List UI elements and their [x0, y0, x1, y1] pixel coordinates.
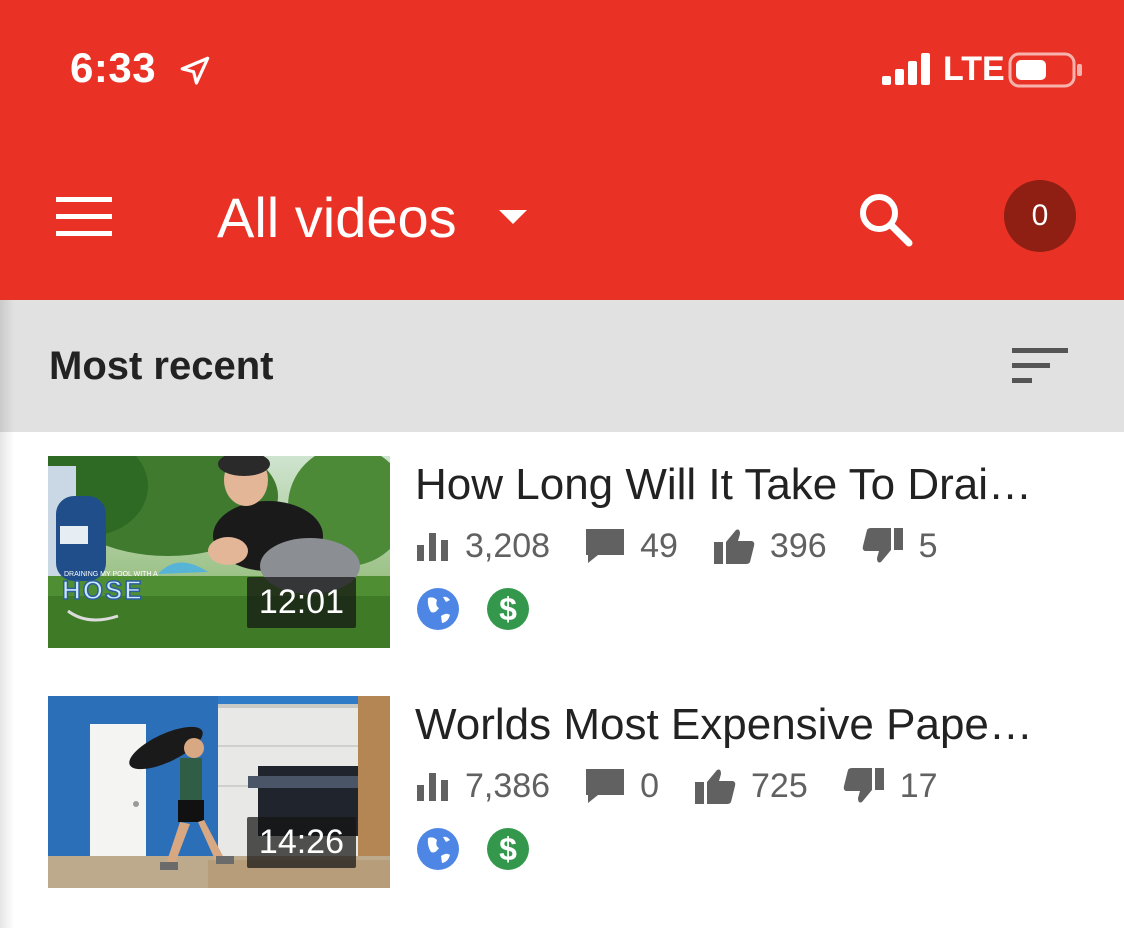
battery-icon	[1008, 52, 1082, 88]
sort-label: Most recent	[49, 344, 274, 388]
likes-count: 725	[751, 766, 808, 805]
dollar-icon: $	[487, 828, 529, 870]
video-row[interactable]: 14:26 Worlds Most Expensive Pape… 7,386 …	[0, 696, 1124, 896]
dislikes-count: 17	[899, 766, 938, 805]
menu-icon[interactable]	[56, 195, 112, 239]
comments-count: 49	[640, 526, 678, 565]
dislikes-count: 5	[918, 526, 938, 565]
signal-bars-icon	[882, 53, 930, 85]
thumbs-up-icon	[695, 769, 736, 804]
video-row[interactable]: DRAINING MY POOL WITH A HOSE 12:01 How L…	[0, 456, 1124, 656]
views-icon	[417, 533, 448, 561]
comments-icon	[586, 769, 625, 803]
comments-icon	[586, 529, 625, 563]
video-badges: $	[417, 828, 529, 870]
thumbs-down-icon	[843, 768, 884, 803]
location-arrow-icon	[180, 56, 210, 85]
thumbs-up-icon	[713, 529, 755, 564]
likes-count: 396	[769, 526, 827, 565]
thumb-caption-large: HOSE	[62, 575, 144, 605]
search-icon[interactable]	[856, 190, 914, 248]
sort-icon[interactable]	[1012, 346, 1070, 386]
video-thumbnail[interactable]: 14:26	[48, 696, 390, 888]
dropdown-caret-icon[interactable]	[497, 207, 529, 227]
page-title[interactable]: All videos	[217, 185, 457, 250]
views-count: 7,386	[465, 766, 551, 805]
notification-badge[interactable]: 0	[1004, 180, 1076, 252]
video-title[interactable]: How Long Will It Take To Drai…	[415, 460, 1032, 510]
video-duration: 12:01	[246, 577, 356, 628]
video-badges: $	[417, 588, 529, 630]
video-thumbnail[interactable]: DRAINING MY POOL WITH A HOSE 12:01	[48, 456, 390, 648]
top-bar: 6:33 LTE All videos 0	[0, 0, 1124, 300]
comments-count: 0	[640, 766, 660, 805]
network-type: LTE	[943, 50, 1005, 88]
video-duration: 14:26	[246, 817, 356, 868]
video-title[interactable]: Worlds Most Expensive Pape…	[415, 700, 1033, 750]
views-count: 3,208	[465, 526, 551, 565]
views-icon	[417, 773, 448, 801]
globe-icon	[417, 588, 459, 630]
video-stats: 3,208 49 396 5	[415, 524, 972, 568]
thumbs-down-icon	[862, 528, 903, 563]
globe-icon	[417, 828, 459, 870]
status-time: 6:33	[70, 44, 157, 91]
dollar-icon: $	[487, 588, 529, 630]
video-stats: 7,386 0 725 17	[415, 764, 972, 808]
